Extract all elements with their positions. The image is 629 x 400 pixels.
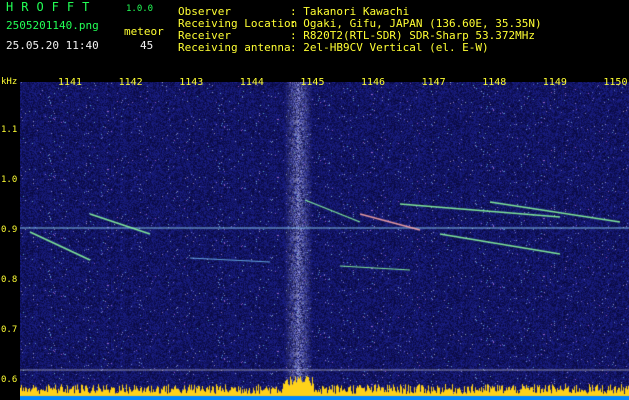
y-tick-label: 0.8 [1,275,17,285]
app-logo: HROFFT [6,0,98,14]
x-tick-label: 1142 [119,77,143,88]
x-tick-label: 1150 [603,77,627,88]
app-version: 1.0.0 [126,4,154,14]
antenna-value: : 2el-HB9CV Vertical (el. E-W) [290,41,489,54]
x-tick-label: 1147 [422,77,446,88]
x-tick-label: 1148 [482,77,506,88]
antenna-label: Receiving antenna [178,41,291,54]
x-tick-label: 1146 [361,77,385,88]
frequency-axis: kHz 1141 1142 1143 1144 1145 1146 1147 1148 1149… [1,77,627,88]
y-tick-label: 1.1 [1,125,17,135]
x-tick-label: 1149 [543,77,567,88]
y-tick-label: 0.6 [1,375,17,385]
x-tick-label: 1141 [58,77,82,88]
file-name: 2505201140.png [6,19,99,32]
time-axis: 1.1 1.0 0.9 0.8 0.7 0.6 [1,125,17,385]
header-panel: HROFFT 1.0.0 2505201140.png meteor 25.05… [0,0,629,72]
x-tick-label: 1144 [240,77,264,88]
meteor-count: 45 [140,39,154,52]
spectrogram-canvas[interactable] [20,82,629,400]
x-tick-label: 1143 [179,77,203,88]
date-time: 25.05.20 11:40 [6,39,99,52]
meteor-label: meteor [124,25,164,38]
y-tick-label: 0.7 [1,325,17,335]
y-tick-label: 1.0 [1,175,17,185]
x-tick-label: 1145 [300,77,324,88]
y-tick-label: 0.9 [1,225,17,235]
